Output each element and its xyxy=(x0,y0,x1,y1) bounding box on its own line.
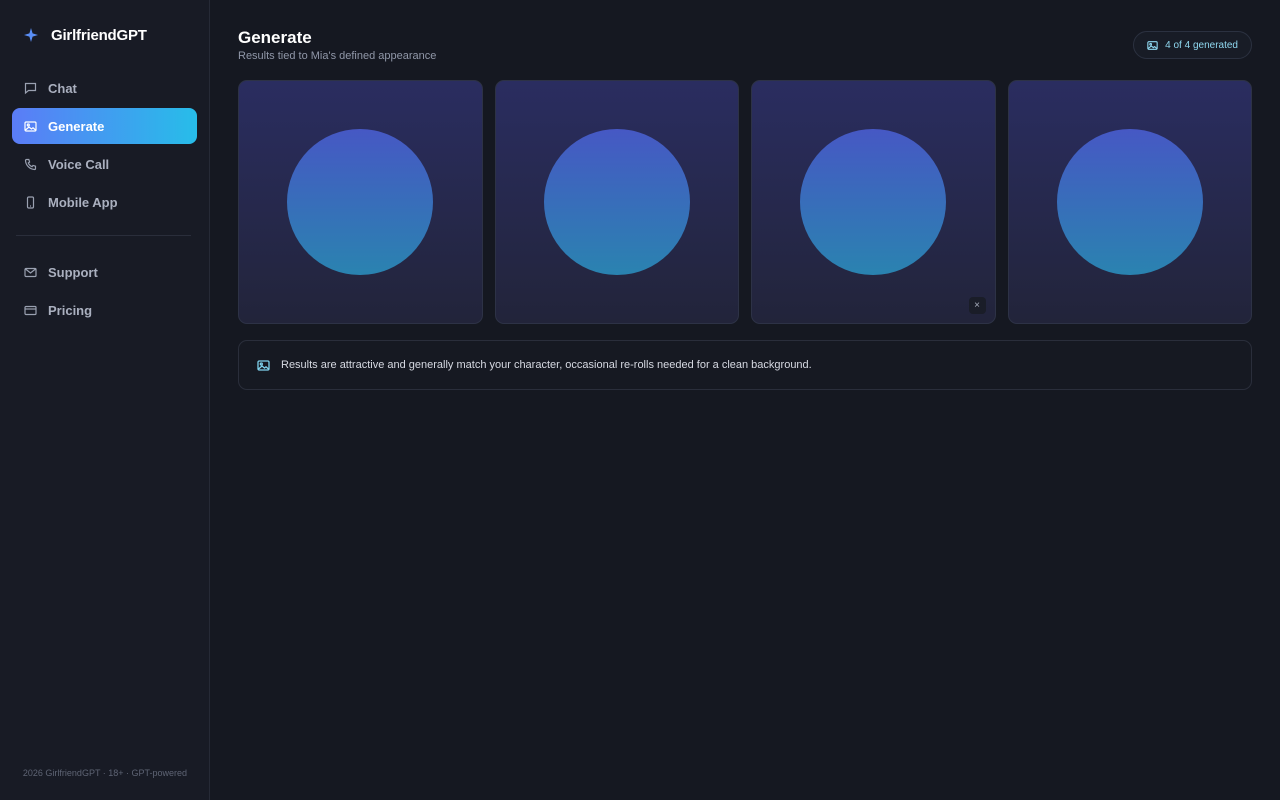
generated-image[interactable] xyxy=(287,129,434,275)
primary-nav: Chat Generate Voice Call Mobile App xyxy=(12,70,197,220)
result-card[interactable] xyxy=(1007,80,1252,324)
close-icon[interactable]: × xyxy=(968,297,986,314)
sidebar-item-label: Mobile App xyxy=(48,194,118,210)
result-card[interactable] xyxy=(238,80,483,324)
sidebar-item-generate[interactable]: Generate xyxy=(12,108,197,144)
nav-divider xyxy=(16,235,191,236)
results-notice: Results are attractive and generally mat… xyxy=(238,340,1252,390)
page-title: Generate xyxy=(238,28,312,47)
sidebar-item-label: Voice Call xyxy=(48,156,110,172)
page-subtitle: Results tied to Mia's defined appearance xyxy=(238,50,437,62)
credit-card-icon xyxy=(23,303,37,317)
sidebar-item-support[interactable]: Support xyxy=(12,254,197,290)
image-icon xyxy=(257,359,270,372)
sidebar-footer: 2026 GirlfriendGPT · 18+ · GPT-powered xyxy=(22,768,188,778)
main-content: Generate Results tied to Mia's defined a… xyxy=(210,0,1280,800)
brand[interactable]: GirlfriendGPT xyxy=(12,0,197,70)
chat-bubble-icon xyxy=(23,81,37,95)
generated-count-badge: 4 of 4 generated xyxy=(1133,31,1252,59)
brand-name: GirlfriendGPT xyxy=(51,26,147,44)
sidebar-item-label: Pricing xyxy=(48,302,93,318)
sidebar-item-label: Chat xyxy=(48,80,77,96)
secondary-nav: Support Pricing xyxy=(12,254,197,328)
sidebar-item-label: Support xyxy=(48,264,98,280)
app-root: GirlfriendGPT Chat Generate Voice Call M… xyxy=(0,0,1280,800)
badge-label: 4 of 4 generated xyxy=(1165,39,1238,51)
notice-text: Results are attractive and generally mat… xyxy=(281,359,812,371)
sidebar-item-mobile-app[interactable]: Mobile App xyxy=(12,184,197,220)
sidebar-item-voice-call[interactable]: Voice Call xyxy=(12,146,197,182)
result-card[interactable]: × xyxy=(751,80,996,324)
generated-image[interactable] xyxy=(543,129,690,275)
image-icon xyxy=(1147,40,1158,51)
mobile-icon xyxy=(23,195,37,209)
generated-image[interactable] xyxy=(800,129,947,275)
image-icon xyxy=(23,119,37,133)
generated-image[interactable] xyxy=(1056,129,1203,275)
page-header: Generate Results tied to Mia's defined a… xyxy=(238,0,1252,80)
sidebar-item-chat[interactable]: Chat xyxy=(12,70,197,106)
result-card[interactable] xyxy=(494,80,739,324)
sidebar-item-label: Generate xyxy=(48,118,105,134)
sidebar-item-pricing[interactable]: Pricing xyxy=(12,292,197,328)
sparkle-icon xyxy=(22,26,40,44)
mail-icon xyxy=(23,265,37,279)
phone-icon xyxy=(23,157,37,171)
sidebar: GirlfriendGPT Chat Generate Voice Call M… xyxy=(0,0,210,800)
results-grid: × xyxy=(238,80,1252,324)
